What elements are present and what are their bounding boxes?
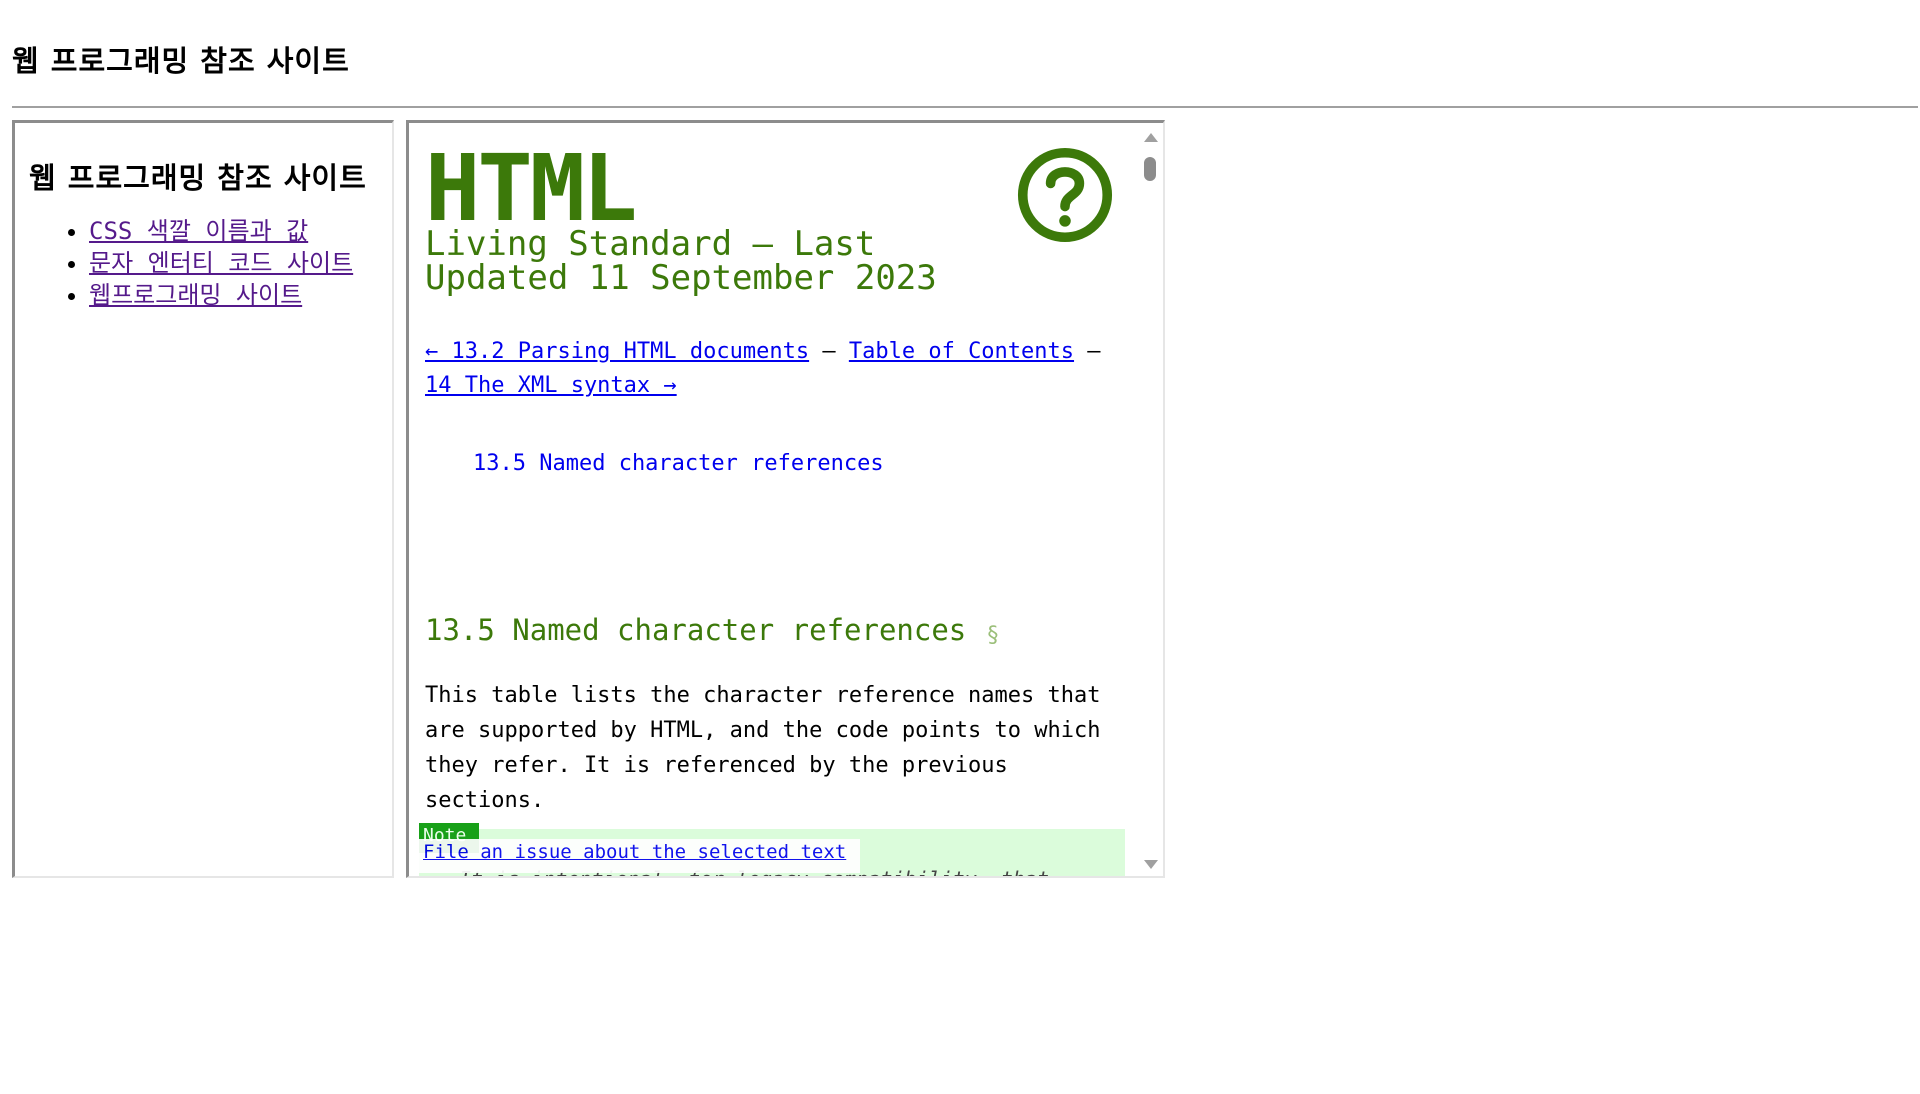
page-title: 웹 프로그래밍 참조 사이트 bbox=[12, 44, 350, 78]
scroll-thumb[interactable] bbox=[1144, 157, 1156, 181]
list-item: CSS 색깔 이름과 값 bbox=[89, 215, 353, 247]
toc-link[interactable]: Table of Contents bbox=[849, 339, 1074, 364]
sidebar-link-list: CSS 색깔 이름과 값 문자 엔터티 코드 사이트 웹프로그래밍 사이트 bbox=[31, 215, 353, 311]
section-paragraph: This table lists the character reference… bbox=[425, 683, 1101, 813]
vertical-scrollbar[interactable] bbox=[1136, 123, 1163, 876]
link-css-colors[interactable]: CSS 색깔 이름과 값 bbox=[89, 217, 308, 245]
question-circle-icon[interactable] bbox=[1017, 147, 1113, 243]
section-heading: 13.5 Named character references § bbox=[425, 613, 1000, 648]
scroll-down-arrow-icon[interactable] bbox=[1144, 860, 1158, 869]
toc-entry-link[interactable]: 13.5 Named character references bbox=[473, 451, 884, 476]
left-iframe[interactable]: 웹 프로그래밍 참조 사이트 CSS 색깔 이름과 값 문자 엔터티 코드 사이… bbox=[12, 120, 394, 878]
nav-separator: — bbox=[809, 339, 849, 364]
spec-navigation: ← 13.2 Parsing HTML documents — Table of… bbox=[425, 335, 1115, 403]
section-self-link[interactable]: § bbox=[986, 623, 999, 648]
nav-separator: — bbox=[1074, 339, 1101, 364]
scroll-up-arrow-icon[interactable] bbox=[1144, 133, 1158, 142]
section-heading-text: 13.5 Named character references bbox=[425, 613, 967, 647]
sidebar-title: 웹 프로그래밍 참조 사이트 bbox=[29, 161, 367, 195]
html-logo-title: HTML bbox=[425, 135, 638, 242]
spec-content: HTML Living Standard — Last Updated 11 S… bbox=[409, 123, 1137, 876]
file-issue-link[interactable]: File an issue about the selected text bbox=[423, 841, 846, 863]
header-divider bbox=[12, 106, 1918, 108]
next-section-link[interactable]: 14 The XML syntax → bbox=[425, 373, 677, 398]
link-web-programming[interactable]: 웹프로그래밍 사이트 bbox=[89, 281, 302, 309]
link-entity-codes[interactable]: 문자 엔터티 코드 사이트 bbox=[89, 249, 353, 277]
list-item: 웹프로그래밍 사이트 bbox=[89, 279, 353, 311]
spec-subtitle: Living Standard — Last Updated 11 Septem… bbox=[425, 224, 937, 298]
prev-section-link[interactable]: ← 13.2 Parsing HTML documents bbox=[425, 339, 809, 364]
list-item: 문자 엔터티 코드 사이트 bbox=[89, 247, 353, 279]
right-iframe[interactable]: HTML Living Standard — Last Updated 11 S… bbox=[406, 120, 1165, 878]
file-issue-popup: File an issue about the selected text bbox=[419, 839, 861, 873]
